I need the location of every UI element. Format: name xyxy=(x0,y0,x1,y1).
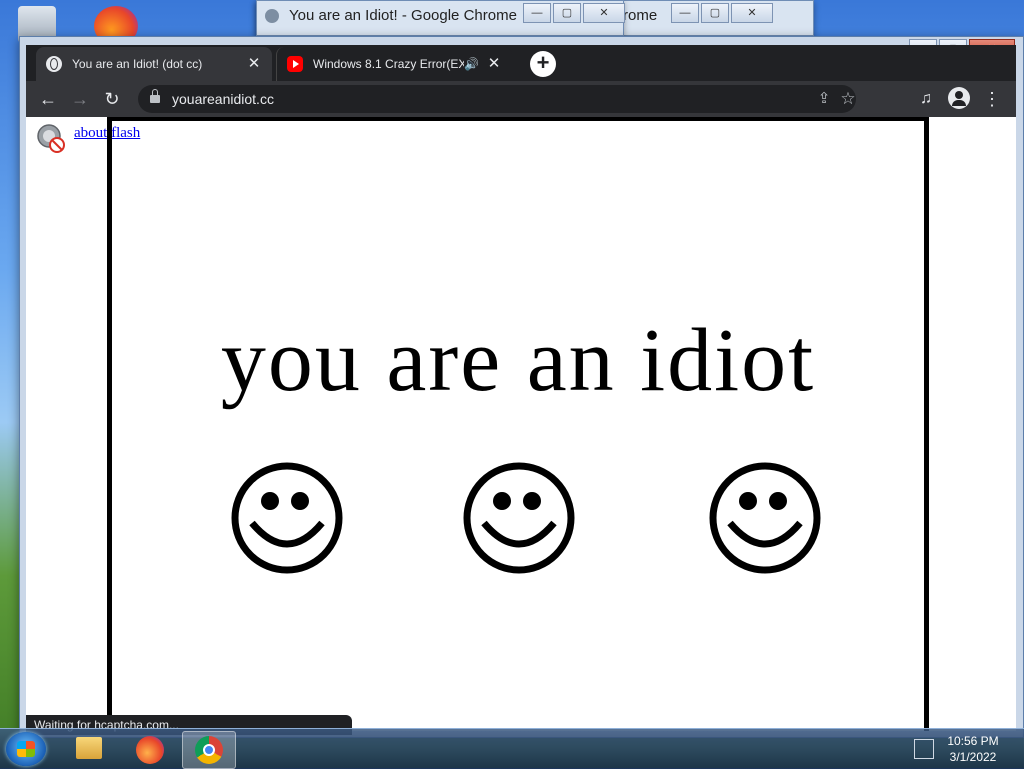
globe-icon xyxy=(265,9,279,23)
tab-you-are-an-idiot[interactable]: You are an Idiot! (dot cc) ✕ xyxy=(36,47,272,81)
start-button[interactable] xyxy=(6,732,46,766)
smiley-face-icon xyxy=(231,462,343,574)
url-text[interactable]: youareanidiot.cc xyxy=(172,91,274,107)
page-viewport: about flash you are an idiot xyxy=(26,117,1016,731)
network-icon[interactable] xyxy=(914,739,934,759)
menu-kebab-icon[interactable]: ⋮ xyxy=(980,87,1004,111)
background-window-1[interactable]: You are an Idiot! - Google Chrome — ▢ ✕ xyxy=(256,0,625,36)
taskbar-explorer[interactable] xyxy=(62,731,114,767)
tab-label: You are an Idiot! (dot cc) xyxy=(72,57,203,71)
browser-toolbar: ← → ↻ youareanidiot.cc ⇪ ☆ ♫ ⋮ xyxy=(26,81,1016,117)
maximize-button[interactable]: ▢ xyxy=(701,3,729,23)
idiot-frame: you are an idiot xyxy=(107,117,929,731)
forward-arrow-icon[interactable]: → xyxy=(68,87,92,111)
youtube-icon xyxy=(287,56,303,72)
maximize-button[interactable]: ▢ xyxy=(553,3,581,23)
firefox-icon xyxy=(136,736,164,764)
flash-blocked-icon xyxy=(37,124,65,153)
close-button[interactable]: ✕ xyxy=(731,3,773,23)
tab-windows-crazy-error[interactable]: Windows 8.1 Crazy Error(EXE 🔊 ✕ xyxy=(276,47,512,81)
folder-icon xyxy=(76,737,102,759)
reload-icon[interactable]: ↻ xyxy=(100,87,124,111)
share-icon[interactable]: ⇪ xyxy=(814,89,834,109)
system-clock[interactable]: 10:56 PM 3/1/2022 xyxy=(938,733,1008,765)
background-window-title: You are an Idiot! - Google Chrome xyxy=(289,7,517,24)
clock-time: 10:56 PM xyxy=(947,734,999,748)
taskbar: 10:56 PM 3/1/2022 xyxy=(0,728,1024,769)
minimize-button[interactable]: — xyxy=(523,3,551,23)
tab-close-icon[interactable]: ✕ xyxy=(486,56,502,72)
profile-avatar-icon[interactable] xyxy=(948,87,970,109)
media-control-icon[interactable]: ♫ xyxy=(914,87,938,111)
taskbar-chrome[interactable] xyxy=(182,731,236,769)
new-tab-button[interactable]: + xyxy=(530,51,556,77)
close-button[interactable]: ✕ xyxy=(583,3,625,23)
tab-strip: You are an Idiot! (dot cc) ✕ Windows 8.1… xyxy=(26,45,1016,81)
smiley-face-icon xyxy=(463,462,575,574)
taskbar-firefox[interactable] xyxy=(124,731,176,767)
speaker-icon[interactable]: 🔊 xyxy=(464,57,479,71)
lock-icon[interactable] xyxy=(150,89,160,104)
address-bar[interactable]: youareanidiot.cc ⇪ ☆ xyxy=(138,85,856,113)
tab-label: Windows 8.1 Crazy Error(EXE xyxy=(313,57,464,71)
background-window-title: rome xyxy=(623,7,658,24)
star-icon[interactable]: ☆ xyxy=(838,89,858,109)
chrome-window: — ▢ ✕ You are an Idiot! (dot cc) ✕ Windo… xyxy=(19,36,1024,738)
smiley-face-icon xyxy=(709,462,821,574)
headline: you are an idiot xyxy=(220,311,816,410)
globe-icon xyxy=(46,56,62,72)
tab-close-icon[interactable]: ✕ xyxy=(246,56,262,72)
clock-date: 3/1/2022 xyxy=(949,750,997,764)
chrome-icon xyxy=(195,736,223,764)
minimize-button[interactable]: — xyxy=(671,3,699,23)
back-arrow-icon[interactable]: ← xyxy=(36,87,60,111)
